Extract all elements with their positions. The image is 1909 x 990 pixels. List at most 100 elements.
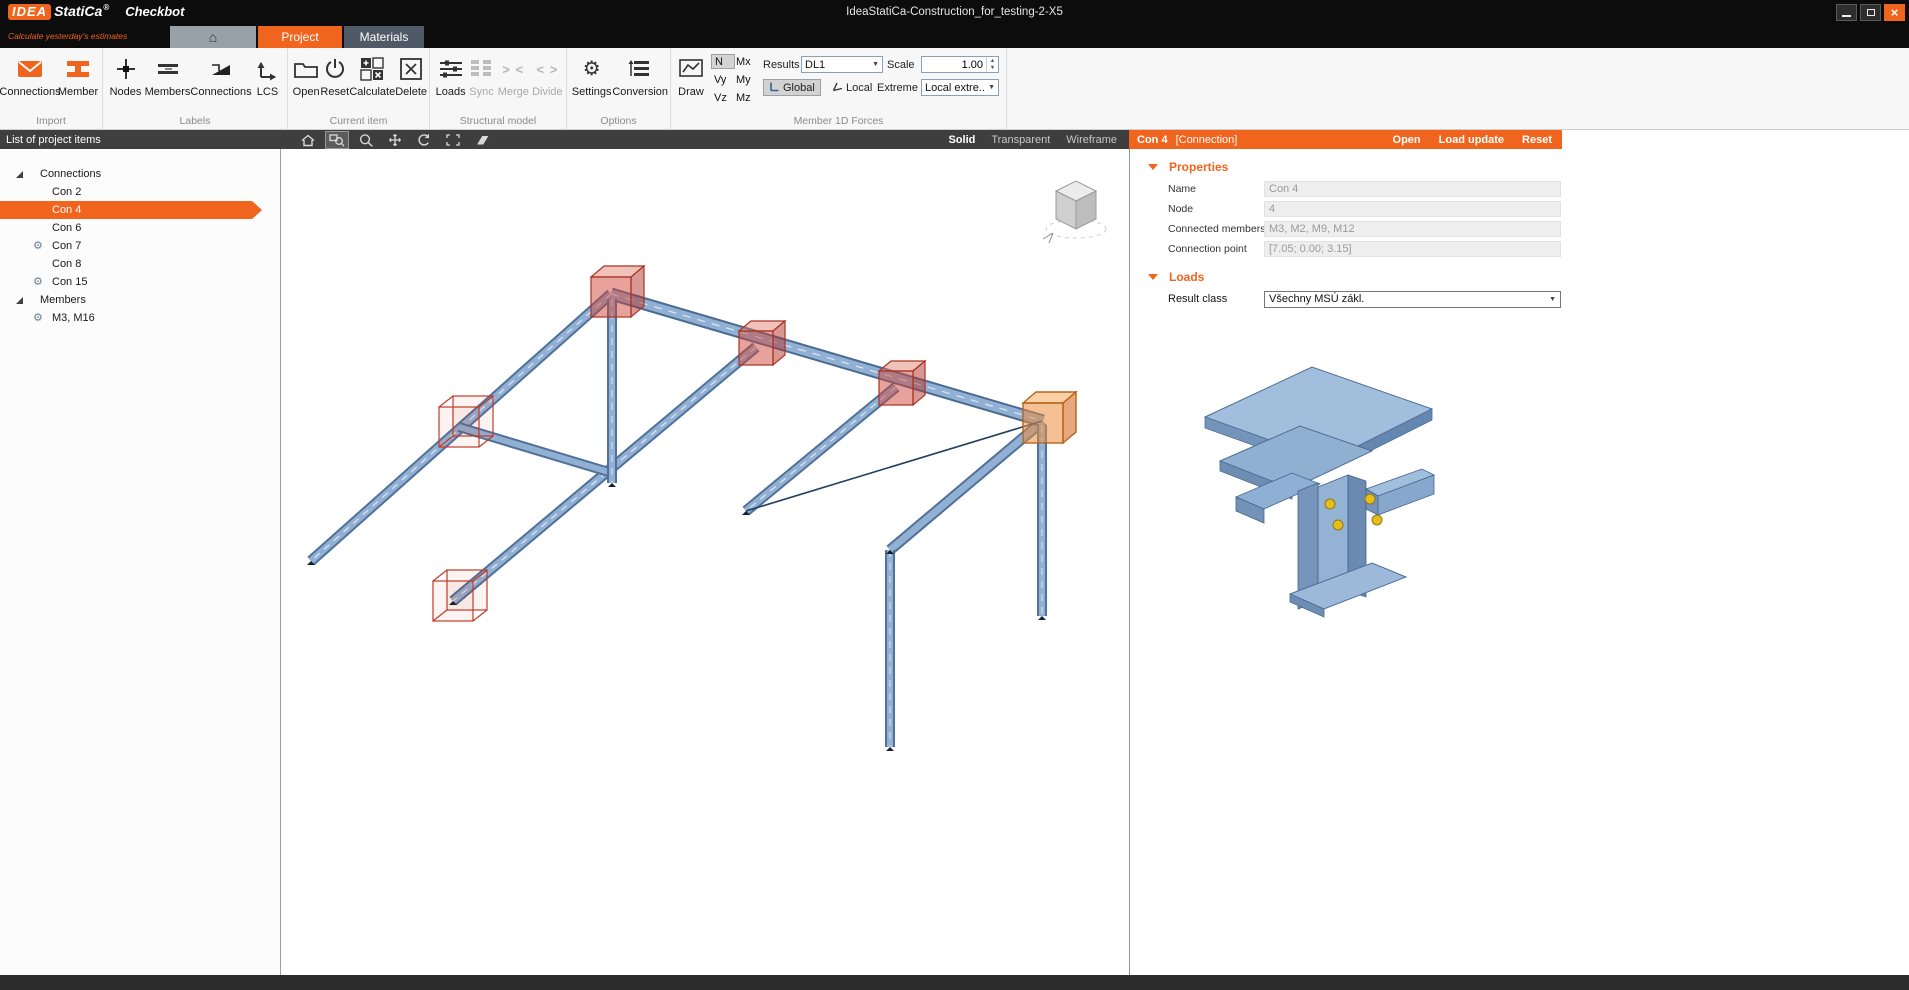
- force-component-my[interactable]: My: [733, 72, 757, 87]
- section-triangle-icon: [1148, 274, 1158, 280]
- name-value-field: Con 4: [1264, 181, 1561, 197]
- force-component-n[interactable]: N: [711, 54, 735, 69]
- node-value-field: 4: [1264, 201, 1561, 217]
- tree-group-connections[interactable]: Connections: [0, 165, 280, 183]
- zoom-button[interactable]: [355, 132, 377, 148]
- connections-label-icon: [208, 52, 234, 86]
- model-viewport[interactable]: [281, 149, 1129, 975]
- conversion-icon: [626, 52, 654, 86]
- draw-button[interactable]: Draw: [673, 52, 709, 114]
- labels-connections-button[interactable]: Connections: [191, 52, 251, 114]
- connection-preview-3d[interactable]: [1180, 339, 1460, 619]
- group-label-member-forces: Member 1D Forces: [671, 115, 1006, 127]
- calculate-button[interactable]: Calculate: [349, 52, 395, 114]
- merge-icon: > <: [502, 52, 524, 86]
- property-row-node: Node 4: [1130, 199, 1563, 219]
- results-label: Results: [763, 59, 800, 71]
- connection-box: [739, 321, 785, 365]
- local-toggle-button[interactable]: Local: [827, 79, 877, 96]
- settings-button[interactable]: ⚙ Settings: [571, 52, 612, 114]
- detail-reset-button[interactable]: Reset: [1522, 134, 1552, 146]
- loads-button[interactable]: Loads: [434, 52, 467, 114]
- tree-item-m3-m16[interactable]: ⚙M3, M16: [0, 309, 280, 327]
- maximize-button[interactable]: [1860, 4, 1881, 21]
- tree-item-con7[interactable]: ⚙Con 7: [0, 237, 280, 255]
- scale-spinner[interactable]: 1.00 ▲▼: [921, 56, 999, 73]
- reset-button[interactable]: Reset: [320, 52, 349, 114]
- force-component-mz[interactable]: Mz: [733, 90, 757, 105]
- expand-triangle-icon[interactable]: [16, 297, 23, 304]
- connection-box: [879, 361, 925, 405]
- zoom-window-button[interactable]: [326, 132, 348, 148]
- section-triangle-icon: [1148, 164, 1158, 170]
- property-row-name: Name Con 4: [1130, 179, 1563, 199]
- project-items-header: List of project items: [0, 130, 281, 149]
- lcs-icon: [255, 52, 281, 86]
- fit-button[interactable]: [442, 132, 464, 148]
- ribbon-group-current-item: Open Reset Calculate Delete Current item: [288, 48, 430, 129]
- node-markers: [307, 483, 1046, 751]
- global-toggle-button[interactable]: Global: [763, 79, 821, 96]
- delete-button[interactable]: Delete: [395, 52, 427, 114]
- status-bar: [0, 975, 1909, 990]
- properties-section-header[interactable]: Properties: [1130, 155, 1909, 179]
- view-mode-transparent[interactable]: Transparent: [991, 134, 1050, 146]
- open-button[interactable]: Open: [292, 52, 320, 114]
- scale-label: Scale: [887, 59, 915, 71]
- spinner-up-icon[interactable]: ▲: [987, 57, 998, 65]
- close-icon: ×: [1891, 5, 1899, 20]
- divide-button[interactable]: < > Divide: [531, 52, 564, 114]
- results-dropdown[interactable]: DL1 ▼: [801, 56, 883, 73]
- point-value-field: [7.05; 0.00; 3.15]: [1264, 241, 1561, 257]
- members-value-field: M3, M2, M9, M12: [1264, 221, 1561, 237]
- detail-open-button[interactable]: Open: [1393, 134, 1421, 146]
- extreme-dropdown[interactable]: Local extre... ▼: [921, 79, 999, 96]
- view-home-button[interactable]: [297, 132, 319, 148]
- dropdown-arrow-icon: ▼: [872, 61, 879, 68]
- tree-item-con4[interactable]: Con 4: [0, 201, 262, 219]
- tab-materials[interactable]: Materials: [344, 26, 424, 48]
- labels-members-button[interactable]: Members: [144, 52, 191, 114]
- force-component-mx[interactable]: Mx: [733, 54, 757, 69]
- loads-section-header[interactable]: Loads: [1130, 265, 1909, 289]
- tab-project[interactable]: Project: [258, 26, 342, 48]
- gear-icon: ⚙: [33, 311, 43, 325]
- detail-type: [Connection]: [1176, 134, 1238, 146]
- labels-lcs-button[interactable]: LCS: [251, 52, 284, 114]
- tree-item-con8[interactable]: Con 8: [0, 255, 280, 273]
- detail-load-update-button[interactable]: Load update: [1439, 134, 1504, 146]
- property-row-result-class: Result class Všechny MSÚ zákl. ▼: [1130, 289, 1563, 309]
- pan-button[interactable]: [384, 132, 406, 148]
- merge-button[interactable]: > < Merge: [496, 52, 531, 114]
- tree-item-con2[interactable]: Con 2: [0, 183, 280, 201]
- ribbon-group-member-forces: Draw N Vy Vz Mx My Mz Results DL1 ▼ Glob…: [671, 48, 1007, 129]
- tab-home[interactable]: ⌂: [170, 26, 256, 48]
- calculate-icon: [358, 52, 386, 86]
- close-button[interactable]: ×: [1884, 4, 1905, 21]
- tree-item-con15[interactable]: ⚙Con 15: [0, 273, 280, 291]
- rotate-button[interactable]: [413, 132, 435, 148]
- expand-triangle-icon[interactable]: [16, 171, 23, 178]
- measure-button[interactable]: [471, 132, 493, 148]
- group-label-options: Options: [567, 115, 670, 127]
- import-member-button[interactable]: Member: [56, 52, 100, 114]
- conversion-button[interactable]: Conversion: [612, 52, 668, 114]
- titlebar: IDEA StatiCa® Checkbot IdeaStatiCa-Const…: [0, 0, 1909, 26]
- spinner-down-icon[interactable]: ▼: [987, 65, 998, 73]
- dropdown-arrow-icon: ▼: [988, 84, 995, 91]
- view-mode-switch: Solid Transparent Wireframe: [948, 134, 1117, 146]
- tree-group-members[interactable]: Members: [0, 291, 280, 309]
- view-mode-wireframe[interactable]: Wireframe: [1066, 134, 1117, 146]
- force-component-vz[interactable]: Vz: [711, 90, 735, 105]
- result-class-dropdown[interactable]: Všechny MSÚ zákl. ▼: [1264, 291, 1561, 308]
- sync-button[interactable]: Sync: [467, 52, 496, 114]
- minimize-button[interactable]: [1836, 4, 1857, 21]
- structural-model-3d: [281, 149, 1129, 975]
- view-mode-solid[interactable]: Solid: [948, 134, 975, 146]
- import-connections-button[interactable]: Connections: [4, 52, 56, 114]
- tree-item-con6[interactable]: Con 6: [0, 219, 280, 237]
- labels-nodes-button[interactable]: Nodes: [107, 52, 144, 114]
- reset-power-icon: [322, 52, 348, 86]
- force-component-vy[interactable]: Vy: [711, 72, 735, 87]
- maximize-icon: [1867, 9, 1875, 16]
